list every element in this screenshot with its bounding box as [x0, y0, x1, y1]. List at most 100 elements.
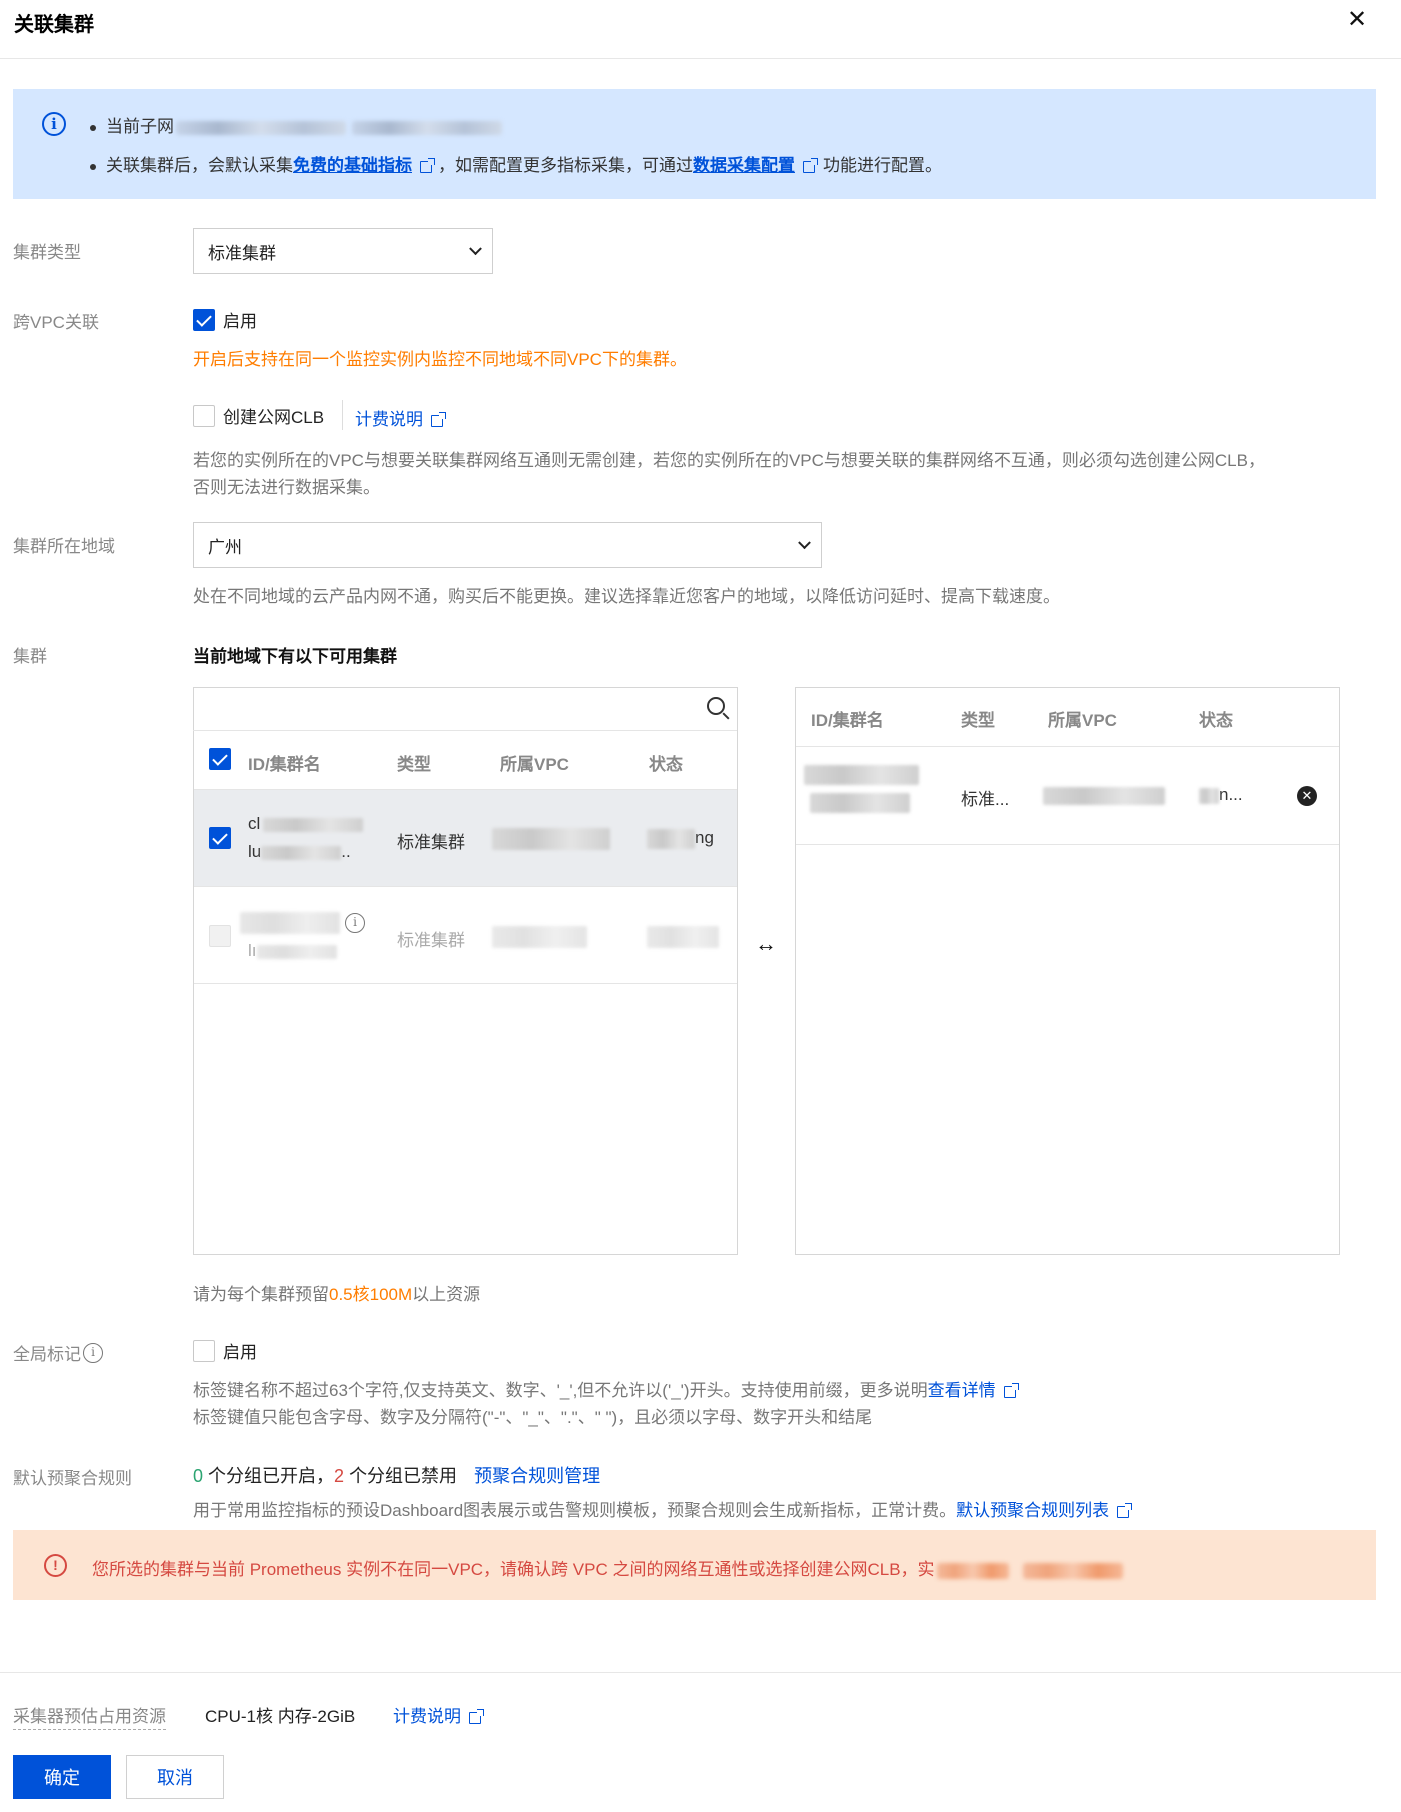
warning-text: 您所选的集群与当前 Prometheus 实例不在同一VPC，请确认跨 VPC …	[92, 1555, 1123, 1580]
external-link-icon[interactable]	[431, 411, 446, 427]
redacted-text	[1022, 1562, 1123, 1579]
divider	[194, 886, 737, 887]
column-header-status: 状态	[1199, 711, 1233, 730]
info-icon: i	[42, 112, 66, 136]
checkbox-checked-icon[interactable]	[193, 308, 215, 331]
global-label-text: 全局标记	[13, 1345, 81, 1364]
close-icon[interactable]: ✕	[1343, 6, 1371, 34]
agg-rules-label: 默认预聚合规则	[13, 1469, 132, 1488]
column-header-id: ID/集群名	[811, 711, 884, 730]
cancel-button[interactable]: 取消	[126, 1755, 224, 1799]
cluster-search-input[interactable]	[193, 687, 737, 731]
data-collection-config-link[interactable]: 数据采集配置	[693, 156, 795, 175]
redacted-text	[810, 793, 910, 813]
external-link-icon[interactable]	[469, 1708, 484, 1724]
cross-vpc-warning: 开启后支持在同一个监控实例内监控不同地域不同VPC下的集群。	[193, 350, 687, 369]
select-all-checkbox[interactable]	[209, 748, 231, 775]
confirm-button[interactable]: 确定	[13, 1755, 111, 1799]
checkbox-checked-icon[interactable]	[209, 827, 231, 849]
global-label-hint1: 标签键名称不超过63个字符,仅支持英文、数字、'_',但不允许以('_')开头。…	[193, 1376, 1019, 1401]
enabled-count: 0	[193, 1466, 204, 1486]
column-header-vpc: 所属VPC	[500, 755, 569, 774]
column-header-type: 类型	[961, 711, 995, 730]
redacted-text	[804, 765, 919, 785]
cluster-status-text: ng	[695, 828, 714, 847]
clb-billing-link[interactable]: 计费说明	[355, 405, 446, 430]
cluster-type-select[interactable]: 标准集群	[193, 228, 493, 274]
global-label-hint2: 标签键值只能包含字母、数字及分隔符("-"、"_"、"."、" ")，且必须以字…	[193, 1408, 873, 1427]
checkbox-unchecked-icon[interactable]	[193, 1339, 215, 1362]
info-icon[interactable]: i	[83, 1342, 103, 1363]
global-label-hint-text: 标签键名称不超过63个字符,仅支持英文、数字、'_',但不允许以('_')开头。…	[193, 1381, 928, 1400]
view-details-link[interactable]: 查看详情	[928, 1381, 996, 1400]
bullet-icon	[90, 163, 96, 170]
divider	[796, 844, 1339, 845]
footer-divider	[0, 1672, 1401, 1673]
bullet-icon	[90, 124, 96, 131]
row-checkbox[interactable]	[209, 827, 231, 854]
global-label-option: 启用	[223, 1343, 257, 1362]
free-metrics-link[interactable]: 免费的基础指标	[293, 156, 412, 175]
region-hint: 处在不同地域的云产品内网不通，购买后不能更换。建议选择靠近您客户的地域，以降低访…	[193, 587, 1060, 606]
external-link-icon[interactable]	[420, 157, 435, 173]
global-label-label: 全局标记 i	[13, 1340, 103, 1365]
column-header-status: 状态	[649, 755, 683, 774]
dialog-title: 关联集群	[14, 14, 94, 36]
search-icon[interactable]	[707, 697, 725, 715]
cross-vpc-checkbox[interactable]: 启用	[193, 307, 257, 332]
default-agg-rules-link[interactable]: 默认预聚合规则列表	[956, 1501, 1109, 1520]
info-text: ，如需配置更多指标采集，可通过	[438, 156, 693, 175]
cluster-subtitle: 当前地域下有以下可用集群	[193, 647, 397, 666]
info-icon[interactable]: i	[345, 913, 365, 933]
divider	[796, 746, 1339, 747]
redacted-text	[263, 817, 364, 832]
external-link-icon[interactable]	[1003, 1382, 1019, 1398]
row-checkbox-disabled	[209, 925, 231, 952]
remove-cluster-icon[interactable]: ✕	[1297, 786, 1317, 806]
external-link-icon[interactable]	[803, 157, 818, 173]
collector-resource-value: CPU-1核 内存-2GiB	[205, 1707, 356, 1726]
cluster-id-text: cl	[248, 814, 261, 833]
resource-hint-value: 0.5核100M	[329, 1285, 413, 1304]
vpc-redacted	[492, 926, 587, 948]
clb-hint-line2: 否则无法进行数据采集。	[193, 478, 380, 497]
global-label-checkbox[interactable]: 启用	[193, 1338, 257, 1363]
resource-hint: 请为每个集群预留0.5核100M以上资源	[193, 1280, 480, 1305]
checkbox-checked-icon[interactable]	[209, 748, 231, 770]
warning-icon: !	[44, 1554, 67, 1577]
redacted-text	[261, 845, 342, 860]
vpc-redacted	[1043, 787, 1165, 805]
create-clb-checkbox[interactable]: 创建公网CLB	[193, 403, 324, 428]
cluster-name-cell: lu..	[248, 842, 351, 862]
disabled-count: 2	[334, 1466, 345, 1486]
info-line-metrics: 关联集群后，会默认采集免费的基础指标 ，如需配置更多指标采集，可通过数据采集配置 功…	[90, 151, 942, 176]
agg-rules-manage-link[interactable]: 预聚合规则管理	[474, 1466, 600, 1486]
resource-hint-text: 请为每个集群预留	[193, 1285, 329, 1304]
external-link-icon[interactable]	[1117, 1502, 1133, 1518]
footer-billing-link-text[interactable]: 计费说明	[393, 1707, 461, 1726]
region-label: 集群所在地域	[13, 537, 115, 556]
agg-rules-status: 0 个分组已开启，2 个分组已禁用 预聚合规则管理	[193, 1462, 600, 1488]
info-text: 关联集群后，会默认采集	[106, 156, 293, 175]
redacted-text	[176, 120, 346, 135]
chevron-down-icon	[798, 536, 811, 550]
redacted-text	[352, 120, 502, 135]
chevron-down-icon	[469, 242, 482, 256]
info-subnet-label: 当前子网	[106, 117, 174, 136]
cluster-name-ellipsis: ..	[341, 842, 351, 861]
redacted-text	[647, 828, 695, 849]
transfer-swap-icon: ↔	[755, 931, 777, 956]
header-divider	[0, 58, 1401, 59]
footer-billing-link[interactable]: 计费说明	[393, 1702, 484, 1727]
redacted-text	[936, 1562, 1009, 1579]
cross-vpc-label: 跨VPC关联	[13, 313, 99, 332]
clb-billing-link-text[interactable]: 计费说明	[355, 410, 423, 429]
warning-message: 您所选的集群与当前 Prometheus 实例不在同一VPC，请确认跨 VPC …	[92, 1560, 935, 1579]
redacted-text	[256, 944, 337, 959]
info-banner	[13, 89, 1376, 199]
create-clb-label: 创建公网CLB	[223, 408, 325, 427]
vpc-redacted	[492, 828, 610, 850]
region-select[interactable]: 广州	[193, 522, 822, 568]
enabled-text: 个分组已开启，	[208, 1466, 335, 1486]
checkbox-unchecked-icon[interactable]	[193, 404, 215, 427]
